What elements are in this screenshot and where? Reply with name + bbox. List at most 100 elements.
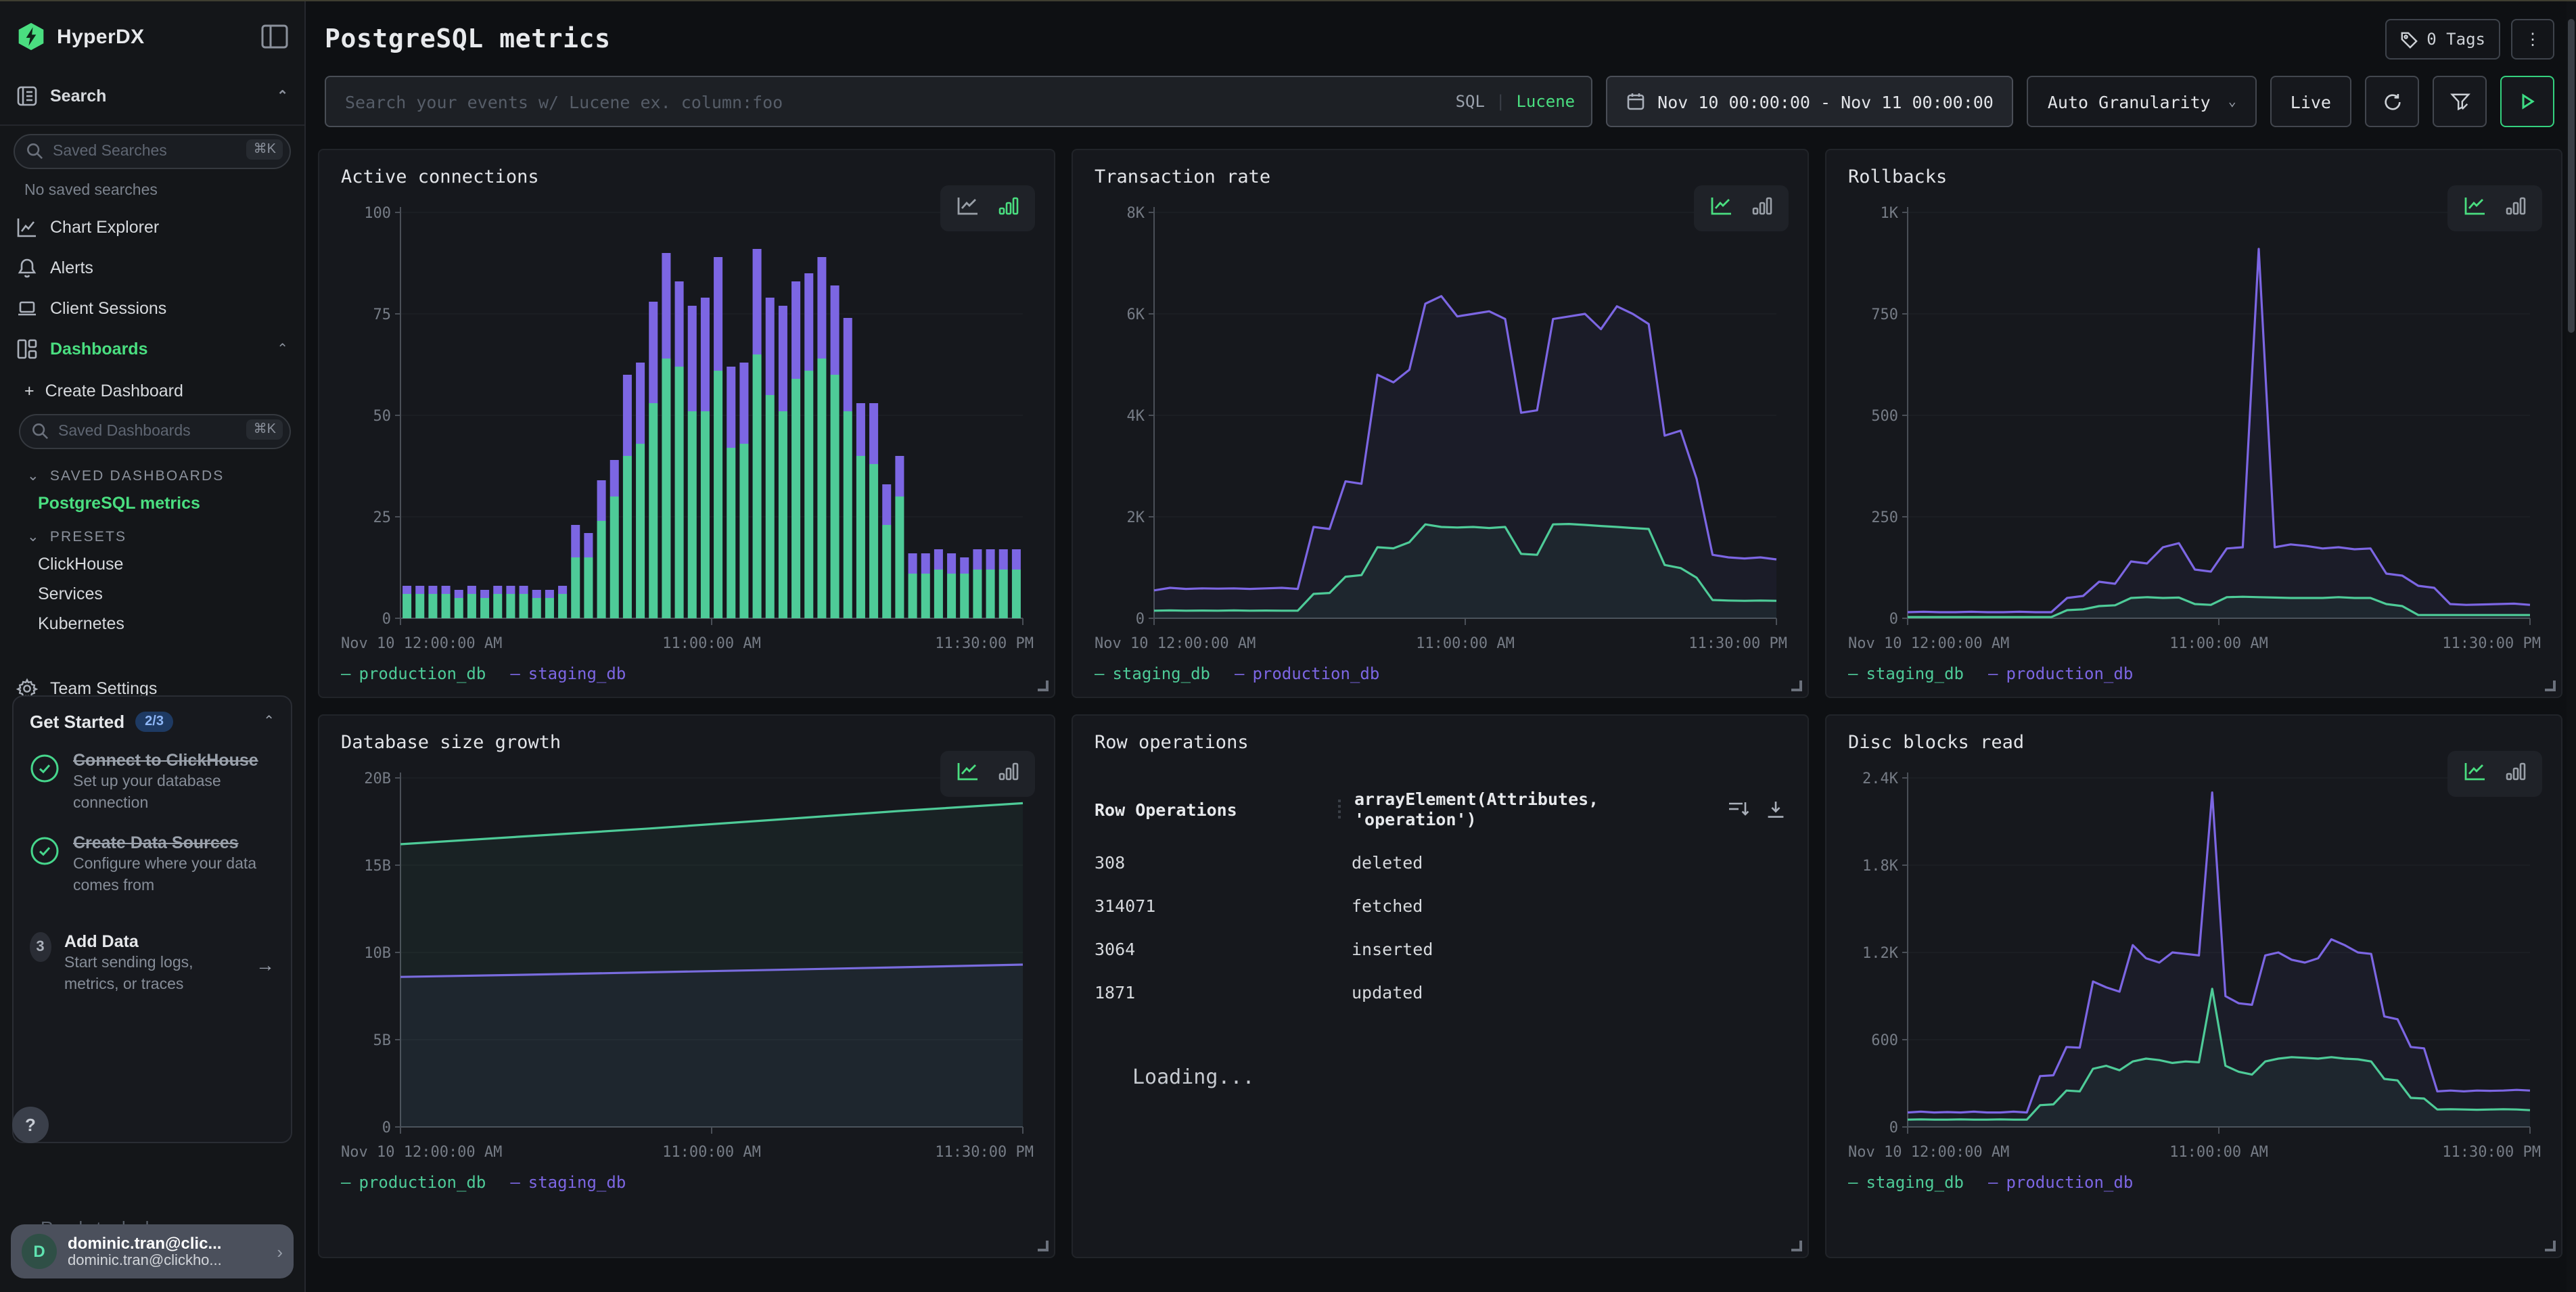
help-button[interactable]: ? — [12, 1107, 49, 1143]
bar-chart-toggle-button[interactable] — [992, 758, 1026, 790]
legend-label: staging_db — [1112, 664, 1210, 683]
run-query-button[interactable] — [2500, 76, 2554, 127]
bar-segment-production_db — [558, 594, 567, 618]
sql-mode-button[interactable]: SQL — [1456, 92, 1485, 111]
axis-label: 1.2K — [1862, 945, 1899, 962]
legend-item-staging_db[interactable]: —staging_db — [1095, 664, 1210, 683]
shortcut-badge: ⌘K — [247, 139, 283, 160]
step-description: Configure where your data comes from — [73, 855, 275, 897]
bar-chart-toggle-button[interactable] — [992, 192, 1026, 225]
date-range-button[interactable]: Nov 10 00:00:00 - Nov 11 00:00:00 — [1606, 76, 2014, 127]
loading-indicator: Loading... — [1132, 1065, 1786, 1089]
axis-label: 10B — [364, 945, 391, 962]
panel-title: Transaction rate — [1095, 166, 1786, 188]
panel-resize-handle[interactable] — [2545, 680, 2556, 691]
rollbacks-chart[interactable]: 02505007501KNov 10 12:00:00 AM11:00:00 A… — [1848, 196, 2541, 659]
tags-button[interactable]: 0 Tags — [2385, 19, 2500, 60]
granularity-dropdown[interactable]: Auto Granularity ⌄ — [2027, 76, 2257, 127]
axis-label: 11:30:00 PM — [2442, 635, 2541, 652]
bar-segment-production_db — [869, 464, 878, 618]
panel-resize-handle[interactable] — [1791, 680, 1802, 691]
legend-label: staging_db — [528, 1173, 626, 1192]
panel-resize-handle[interactable] — [1038, 1241, 1049, 1251]
line-chart-toggle-button[interactable] — [2457, 192, 2493, 225]
scrollbar-thumb[interactable] — [2568, 19, 2575, 333]
line-chart-toggle-button[interactable] — [950, 192, 986, 225]
get-started-step-sources[interactable]: Create Data Sources Configure where your… — [30, 833, 275, 897]
search-input[interactable] — [342, 90, 1456, 113]
axis-label: 11:00:00 AM — [2169, 1144, 2268, 1161]
get-started-header[interactable]: Get Started 2/3 ⌃ — [30, 712, 275, 732]
legend-label: production_db — [359, 1173, 486, 1192]
get-started-step-add-data[interactable]: 3 Add Data Start sending logs, metrics, … — [30, 932, 275, 996]
chart-legend: —production_db —staging_db — [341, 1173, 1032, 1192]
saved-searches-search[interactable]: ⌘K — [14, 134, 291, 169]
row-operation: updated — [1352, 982, 1423, 1002]
table-row[interactable]: 3064 inserted — [1095, 939, 1786, 959]
sidebar-preset-clickhouse[interactable]: ClickHouse — [5, 549, 304, 579]
sidebar-collapse-icon[interactable] — [261, 24, 288, 49]
lucene-mode-button[interactable]: Lucene — [1516, 92, 1575, 111]
legend-item-staging_db[interactable]: —staging_db — [1848, 1173, 1964, 1192]
transaction-rate-chart[interactable]: 02K4K6K8KNov 10 12:00:00 AM11:00:00 AM11… — [1095, 196, 1787, 659]
sidebar-item-label: Dashboards — [50, 340, 264, 359]
legend-item-staging_db[interactable]: —staging_db — [510, 664, 626, 683]
refresh-button[interactable] — [2365, 76, 2419, 127]
bar-segment-production_db — [442, 594, 451, 618]
table-row[interactable]: 1871 updated — [1095, 982, 1786, 1002]
filter-button[interactable] — [2433, 76, 2487, 127]
sidebar-item-search[interactable]: Search ⌃ — [0, 76, 304, 116]
sidebar-preset-services[interactable]: Services — [5, 579, 304, 609]
column-header[interactable]: Row Operations — [1095, 799, 1338, 819]
legend-item-staging_db[interactable]: —staging_db — [1848, 664, 1964, 683]
bar-segment-production_db — [753, 354, 762, 618]
column-header[interactable]: arrayElement(Attributes, 'operation') — [1354, 789, 1728, 829]
table-row[interactable]: 314071 fetched — [1095, 896, 1786, 916]
axis-label: Nov 10 12:00:00 AM — [1095, 635, 1256, 652]
bar-chart-toggle-button[interactable] — [2499, 192, 2533, 225]
legend-item-production_db[interactable]: —production_db — [341, 664, 486, 683]
bar-chart-toggle-button[interactable] — [2499, 758, 2533, 790]
legend-item-production_db[interactable]: —production_db — [1988, 1173, 2133, 1192]
step-description: Start sending logs, metrics, or traces — [64, 954, 242, 996]
sidebar-item-client-sessions[interactable]: Client Sessions — [0, 288, 304, 329]
column-resize-handle[interactable] — [1338, 800, 1341, 818]
sidebar-dashboard-postgresql-metrics[interactable]: PostgreSQL metrics — [5, 488, 304, 518]
bar-segment-staging_db — [844, 318, 852, 411]
create-dashboard-button[interactable]: + Create Dashboard — [5, 369, 304, 406]
line-chart-toggle-button[interactable] — [2457, 758, 2493, 790]
bar-segment-production_db — [999, 570, 1008, 618]
presets-group-header[interactable]: ⌄ PRESETS — [5, 518, 304, 549]
table-row[interactable]: 308 deleted — [1095, 852, 1786, 873]
line-chart-toggle-button[interactable] — [1703, 192, 1740, 225]
user-account-chip[interactable]: D dominic.tran@clic... dominic.tran@clic… — [11, 1224, 294, 1278]
line-chart-toggle-button[interactable] — [950, 758, 986, 790]
legend-label: staging_db — [1866, 1173, 1964, 1192]
legend-item-staging_db[interactable]: —staging_db — [510, 1173, 626, 1192]
table-header-row: Row Operations arrayElement(Attributes, … — [1095, 789, 1786, 829]
event-search-box[interactable]: SQL | Lucene — [325, 76, 1592, 127]
bar-chart-toggle-button[interactable] — [1745, 192, 1779, 225]
saved-dashboards-search[interactable]: ⌘K — [19, 414, 291, 449]
active-connections-chart[interactable]: 0255075100Nov 10 12:00:00 AM11:00:00 AM1… — [341, 196, 1034, 659]
download-icon[interactable] — [1766, 799, 1786, 819]
axis-label: 6K — [1127, 306, 1145, 323]
sidebar-item-chart-explorer[interactable]: Chart Explorer — [0, 207, 304, 248]
get-started-step-connect[interactable]: Connect to ClickHouse Set up your databa… — [30, 751, 275, 814]
disc-blocks-read-chart[interactable]: 06001.2K1.8K2.4KNov 10 12:00:00 AM11:00:… — [1848, 762, 2541, 1168]
sort-icon[interactable] — [1728, 799, 1749, 819]
database-size-growth-chart[interactable]: 05B10B15B20BNov 10 12:00:00 AM11:00:00 A… — [341, 762, 1034, 1168]
live-button[interactable]: Live — [2270, 76, 2351, 127]
panel-resize-handle[interactable] — [1038, 680, 1049, 691]
axis-label: 50 — [373, 408, 392, 425]
saved-dashboards-group-header[interactable]: ⌄ SAVED DASHBOARDS — [5, 457, 304, 488]
legend-item-production_db[interactable]: —production_db — [1988, 664, 2133, 683]
sidebar-item-alerts[interactable]: Alerts — [0, 248, 304, 288]
sidebar-item-dashboards[interactable]: Dashboards ⌃ — [0, 329, 304, 369]
panel-resize-handle[interactable] — [2545, 1241, 2556, 1251]
panel-resize-handle[interactable] — [1791, 1241, 1802, 1251]
sidebar-preset-kubernetes[interactable]: Kubernetes — [5, 609, 304, 639]
legend-item-production_db[interactable]: —production_db — [341, 1173, 486, 1192]
more-options-button[interactable]: ⋮ — [2511, 19, 2554, 60]
legend-item-production_db[interactable]: —production_db — [1235, 664, 1379, 683]
